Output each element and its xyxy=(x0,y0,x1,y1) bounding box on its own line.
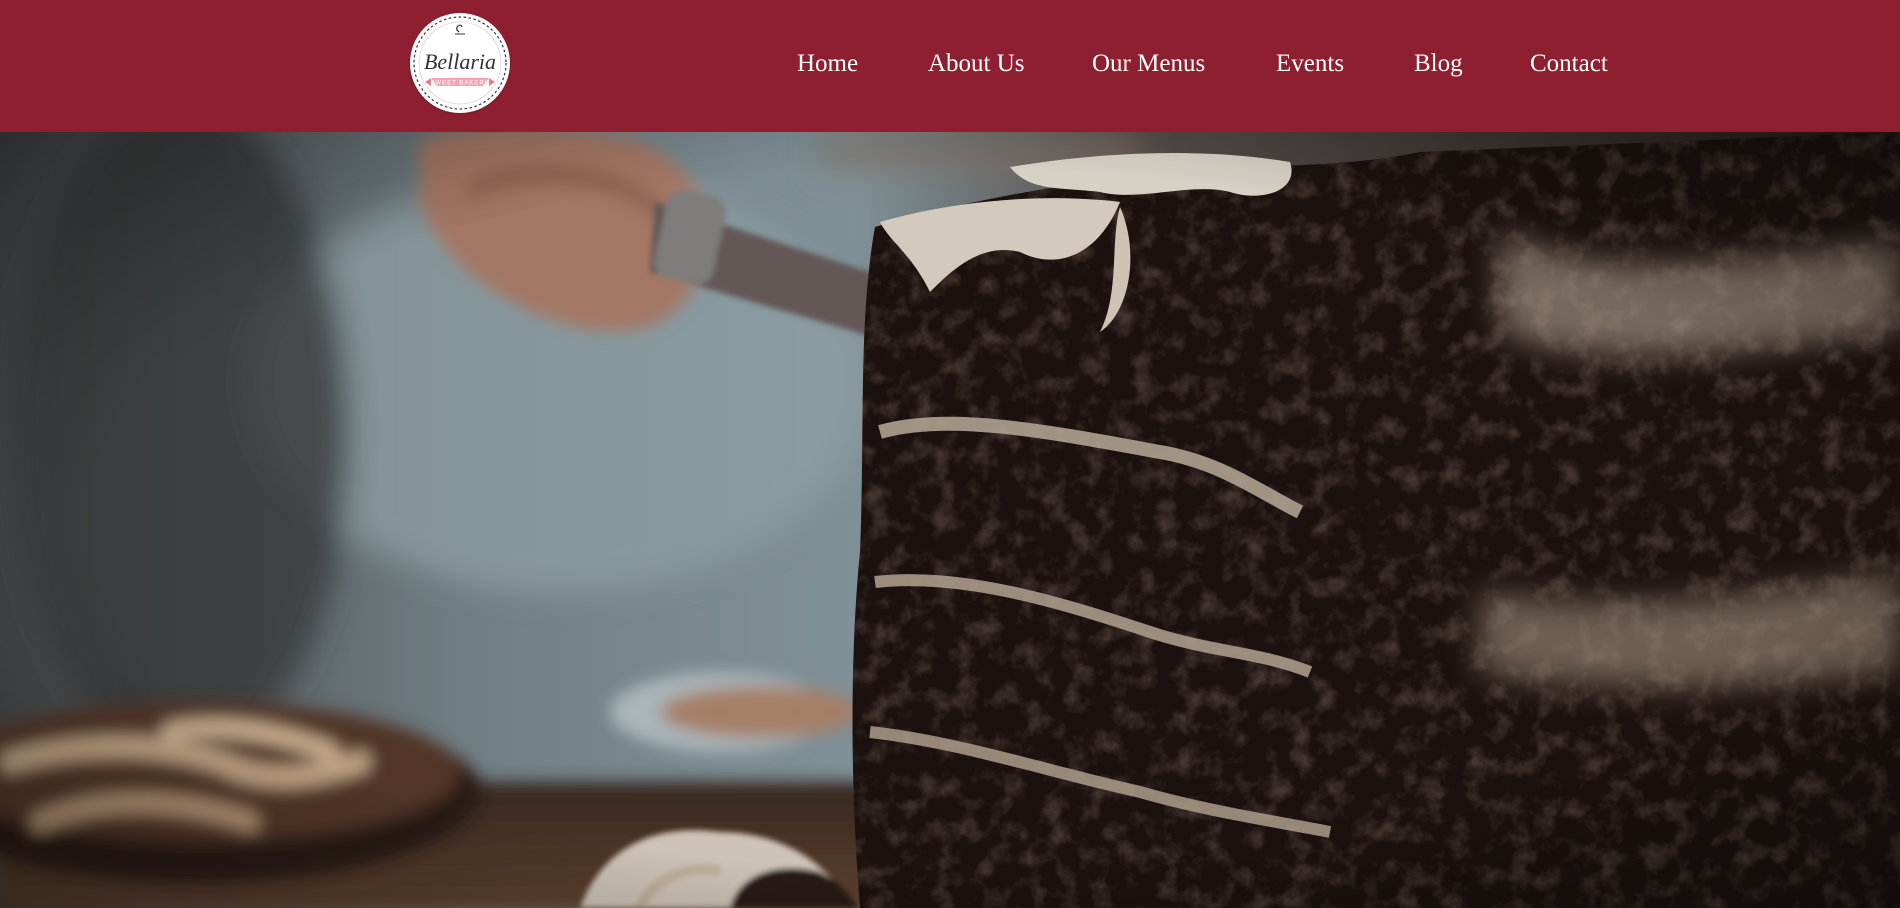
nav-about-us[interactable]: About Us xyxy=(928,44,1025,84)
site-header: SWEET BAKERY Bellaria Home About Us Our … xyxy=(0,0,1900,132)
nav-home[interactable]: Home xyxy=(797,44,858,84)
nav-contact[interactable]: Contact xyxy=(1530,44,1608,84)
nav-blog[interactable]: Blog xyxy=(1414,44,1463,84)
nav-our-menus[interactable]: Our Menus xyxy=(1092,44,1205,84)
hero-image xyxy=(0,132,1900,908)
chocolate-cake-photo xyxy=(0,132,1900,908)
nav-events[interactable]: Events xyxy=(1276,44,1344,84)
main-nav: Home About Us Our Menus Events Blog Cont… xyxy=(0,44,1900,84)
